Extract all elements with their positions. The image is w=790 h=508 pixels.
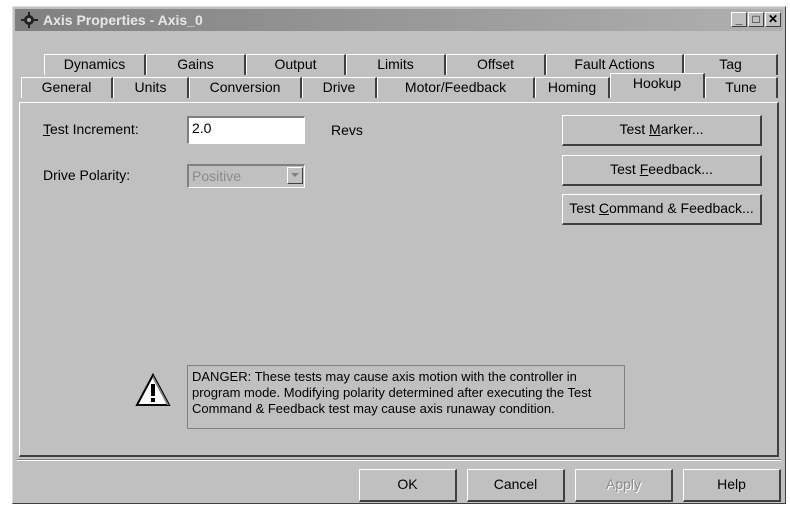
tab-output[interactable]: Output xyxy=(246,54,346,75)
ok-button[interactable]: OK xyxy=(359,469,457,502)
tab-general[interactable]: General xyxy=(21,77,113,98)
window-title: Axis Properties - Axis_0 xyxy=(43,12,203,28)
tab-conversion[interactable]: Conversion xyxy=(189,77,302,98)
tab-drive[interactable]: Drive xyxy=(302,77,377,98)
tab-hookup[interactable]: Hookup xyxy=(610,73,705,98)
tab-motor-feedback[interactable]: Motor/Feedback xyxy=(377,77,535,98)
tab-gains[interactable]: Gains xyxy=(146,54,246,75)
apply-button[interactable]: Apply xyxy=(575,469,673,502)
divider xyxy=(17,459,781,461)
axis-properties-window: Axis Properties - Axis_0 _ □ ✕ Dynamics … xyxy=(12,6,786,504)
tab-tag[interactable]: Tag xyxy=(684,54,778,75)
hookup-panel xyxy=(19,102,779,457)
help-button[interactable]: Help xyxy=(683,469,781,502)
tab-homing[interactable]: Homing xyxy=(535,77,610,98)
maximize-button[interactable]: □ xyxy=(748,12,764,27)
cancel-button[interactable]: Cancel xyxy=(467,469,565,502)
tab-limits[interactable]: Limits xyxy=(346,54,446,75)
close-button[interactable]: ✕ xyxy=(765,12,781,27)
title-bar[interactable]: Axis Properties - Axis_0 _ □ ✕ xyxy=(15,9,783,31)
tab-offset[interactable]: Offset xyxy=(446,54,546,75)
tab-dynamics[interactable]: Dynamics xyxy=(44,54,146,75)
tab-units[interactable]: Units xyxy=(113,77,189,98)
minimize-button[interactable]: _ xyxy=(731,12,747,27)
tab-fault-actions[interactable]: Fault Actions xyxy=(546,54,684,75)
axis-gear-icon xyxy=(21,12,38,28)
tab-tune[interactable]: Tune xyxy=(705,77,778,98)
